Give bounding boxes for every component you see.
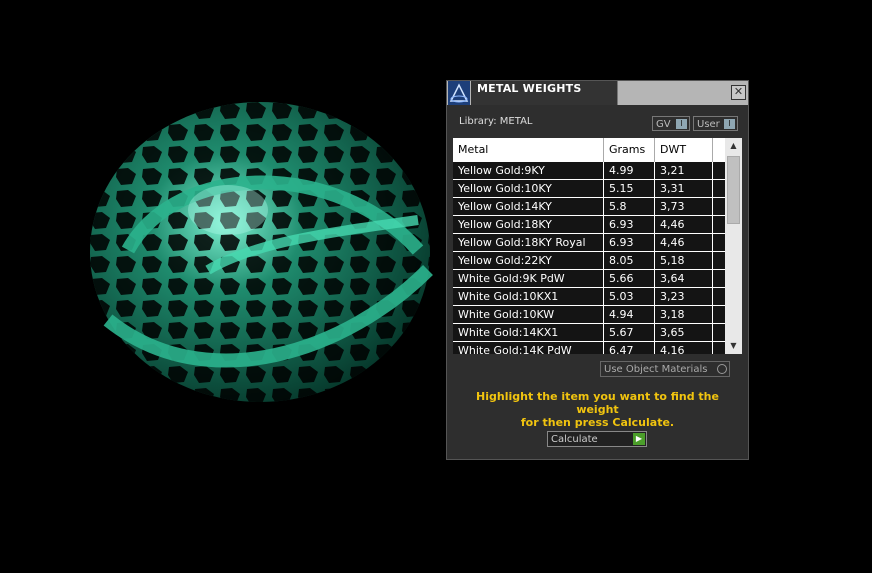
- instruction-line-1: Highlight the item you want to find the …: [476, 390, 719, 416]
- cell-dwt: 3,23: [655, 288, 713, 305]
- table-row[interactable]: Yellow Gold:10KY 5.15 3,31: [453, 180, 725, 198]
- cell-spacer: [713, 252, 725, 269]
- user-label: User: [697, 119, 720, 130]
- cell-metal: White Gold:10KW: [453, 306, 604, 323]
- cell-dwt: 5,18: [655, 252, 713, 269]
- table-row[interactable]: White Gold:9K PdW 5.66 3,64: [453, 270, 725, 288]
- cell-grams: 5.66: [604, 270, 655, 287]
- dialog-title-tab: METAL WEIGHTS: [471, 81, 618, 105]
- jewelry-egg-model[interactable]: [88, 100, 433, 405]
- cell-spacer: [713, 216, 725, 233]
- gv-label: GV: [656, 119, 671, 130]
- table-row[interactable]: White Gold:14KX1 5.67 3,65: [453, 324, 725, 342]
- cell-dwt: 4,16: [655, 342, 713, 354]
- close-button[interactable]: ✕: [731, 85, 746, 100]
- cell-metal: Yellow Gold:14KY: [453, 198, 604, 215]
- instruction-text: Highlight the item you want to find the …: [457, 390, 738, 429]
- user-toggle-icon: I: [724, 119, 735, 129]
- cell-metal: Yellow Gold:10KY: [453, 180, 604, 197]
- cell-grams: 5.67: [604, 324, 655, 341]
- toggle-circle-icon: [717, 364, 727, 374]
- metal-table: Metal Grams DWT Yellow Gold:9KY 4.99 3,21 Y…: [453, 138, 742, 354]
- cell-grams: 4.94: [604, 306, 655, 323]
- dialog-titlebar[interactable]: METAL WEIGHTS ✕: [447, 81, 748, 105]
- cell-dwt: 4,46: [655, 234, 713, 251]
- instruction-line-2: for then press Calculate.: [520, 416, 675, 429]
- cell-dwt: 3,18: [655, 306, 713, 323]
- cell-grams: 6.47: [604, 342, 655, 354]
- use-object-materials-label: Use Object Materials: [604, 364, 708, 375]
- library-label: Library: METAL: [459, 116, 533, 127]
- cell-dwt: 4,46: [655, 216, 713, 233]
- cell-dwt: 3,21: [655, 162, 713, 179]
- cell-dwt: 3,64: [655, 270, 713, 287]
- close-icon: ✕: [733, 85, 744, 98]
- play-arrow-icon: ▶: [633, 433, 645, 445]
- table-row[interactable]: White Gold:14K PdW 6.47 4,16: [453, 342, 725, 354]
- gv-toggle[interactable]: GV I: [652, 116, 690, 131]
- calculate-button[interactable]: Calculate ▶: [547, 431, 647, 447]
- gv-toggle-icon: I: [676, 119, 687, 129]
- cell-spacer: [713, 306, 725, 323]
- cell-metal: Yellow Gold:22KY: [453, 252, 604, 269]
- table-row[interactable]: White Gold:10KX1 5.03 3,23: [453, 288, 725, 306]
- table-scrollbar[interactable]: ▲ ▼: [725, 138, 742, 354]
- header-grams[interactable]: Grams: [604, 138, 655, 162]
- dialog-title: METAL WEIGHTS: [477, 82, 582, 95]
- use-object-materials-toggle[interactable]: Use Object Materials: [600, 361, 730, 377]
- table-body: Yellow Gold:9KY 4.99 3,21 Yellow Gold:10KY 5…: [453, 162, 725, 354]
- cell-metal: White Gold:14KX1: [453, 324, 604, 341]
- calculate-label: Calculate: [551, 434, 598, 445]
- scroll-thumb[interactable]: [727, 156, 740, 224]
- scroll-down-icon[interactable]: ▼: [725, 338, 742, 354]
- cell-metal: White Gold:14K PdW: [453, 342, 604, 354]
- table-header: Metal Grams DWT: [453, 138, 725, 162]
- table-row[interactable]: Yellow Gold:18KY Royal 6.93 4,46: [453, 234, 725, 252]
- header-dwt[interactable]: DWT: [655, 138, 713, 162]
- table-row[interactable]: White Gold:10KW 4.94 3,18: [453, 306, 725, 324]
- app-logo-icon: [448, 81, 470, 105]
- cell-spacer: [713, 342, 725, 354]
- table-row[interactable]: Yellow Gold:9KY 4.99 3,21: [453, 162, 725, 180]
- cell-dwt: 3,73: [655, 198, 713, 215]
- cell-metal: White Gold:10KX1: [453, 288, 604, 305]
- cell-spacer: [713, 180, 725, 197]
- cell-dwt: 3,31: [655, 180, 713, 197]
- cell-grams: 5.15: [604, 180, 655, 197]
- table-row[interactable]: Yellow Gold:18KY 6.93 4,46: [453, 216, 725, 234]
- cell-metal: Yellow Gold:18KY Royal: [453, 234, 604, 251]
- cell-spacer: [713, 198, 725, 215]
- header-metal[interactable]: Metal: [453, 138, 604, 162]
- cell-grams: 6.93: [604, 216, 655, 233]
- scroll-up-icon[interactable]: ▲: [725, 138, 742, 154]
- cell-spacer: [713, 288, 725, 305]
- cell-metal: Yellow Gold:9KY: [453, 162, 604, 179]
- cell-grams: 8.05: [604, 252, 655, 269]
- cell-spacer: [713, 234, 725, 251]
- table-row[interactable]: Yellow Gold:22KY 8.05 5,18: [453, 252, 725, 270]
- table-row[interactable]: Yellow Gold:14KY 5.8 3,73: [453, 198, 725, 216]
- cell-metal: Yellow Gold:18KY: [453, 216, 604, 233]
- metal-weights-dialog: METAL WEIGHTS ✕ Library: METAL GV I User…: [446, 80, 749, 460]
- cell-grams: 5.8: [604, 198, 655, 215]
- cell-grams: 6.93: [604, 234, 655, 251]
- cell-spacer: [713, 324, 725, 341]
- cell-dwt: 3,65: [655, 324, 713, 341]
- cell-grams: 5.03: [604, 288, 655, 305]
- cell-metal: White Gold:9K PdW: [453, 270, 604, 287]
- cell-grams: 4.99: [604, 162, 655, 179]
- user-toggle[interactable]: User I: [693, 116, 738, 131]
- cell-spacer: [713, 270, 725, 287]
- cell-spacer: [713, 162, 725, 179]
